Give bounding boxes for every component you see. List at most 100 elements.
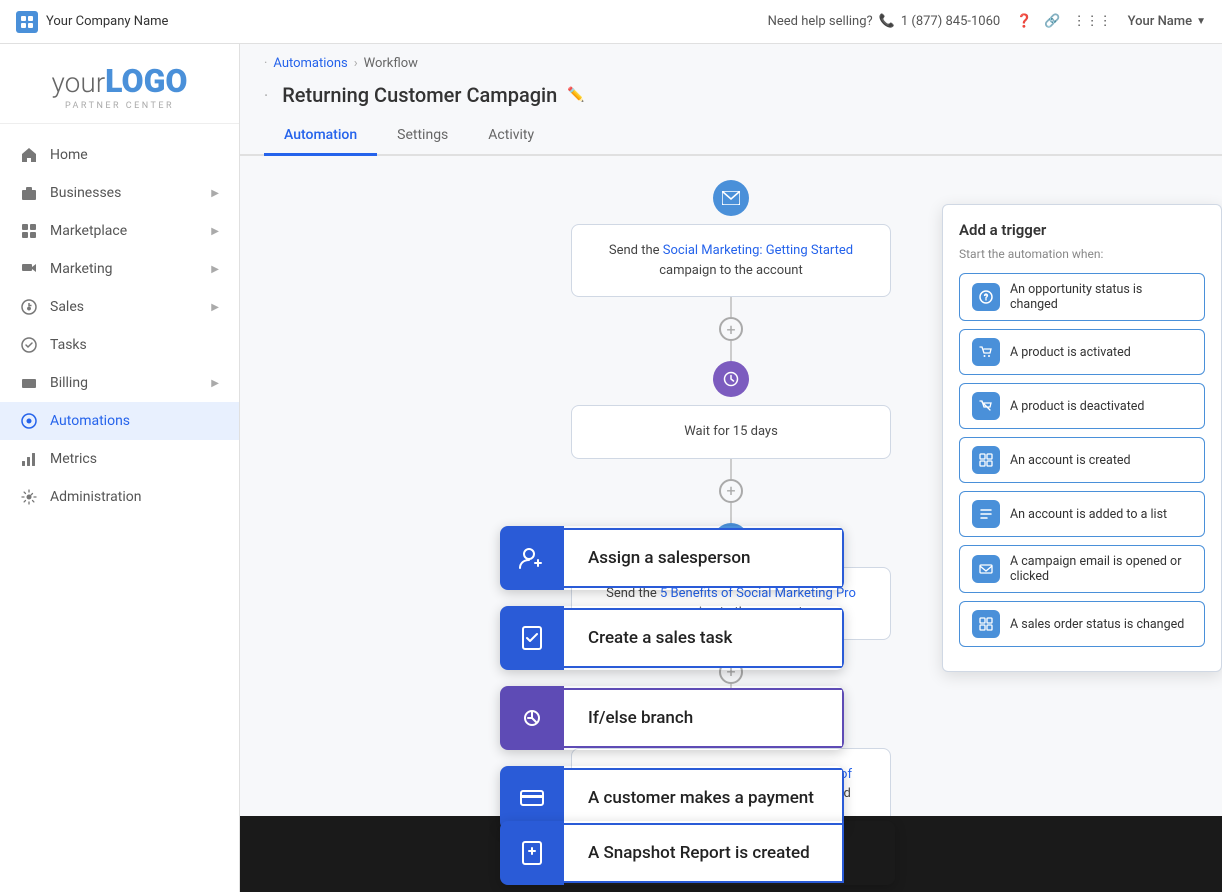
businesses-icon (20, 184, 38, 202)
snapshot-report-icon (500, 821, 564, 885)
trigger-opp-status-icon (972, 283, 1000, 311)
topbar-icons: ❓ 🔗 ⋮⋮⋮ (1016, 14, 1111, 29)
sidebar-item-marketplace[interactable]: Marketplace ▶ (0, 212, 239, 250)
breadcrumb-arrow: › (354, 56, 358, 71)
topbar-user[interactable]: Your Name ▼ (1128, 14, 1206, 29)
company-name: Your Company Name (46, 14, 168, 29)
nav-label-automations: Automations (50, 413, 130, 429)
add-btn-1[interactable]: + (719, 317, 743, 341)
tab-automation[interactable]: Automation (264, 117, 377, 156)
logo-container: yourLOGO PARTNER CENTER (16, 64, 223, 111)
workflow-step-1: Send the Social Marketing: Getting Start… (571, 224, 891, 297)
connector-2: + (719, 459, 743, 523)
step1-icon-circle (713, 180, 749, 216)
nav-label-marketing: Marketing (50, 261, 113, 277)
layout: yourLOGO PARTNER CENTER Home Businesses … (0, 0, 1222, 892)
logo-logo: LOGO (105, 62, 187, 100)
sidebar-item-marketing[interactable]: Marketing ▶ (0, 250, 239, 288)
add-btn-2[interactable]: + (719, 479, 743, 503)
customer-payment-label: A customer makes a payment (564, 768, 844, 828)
trigger-product-activated[interactable]: A product is activated (959, 329, 1205, 375)
if-else-branch-label: If/else branch (564, 688, 844, 748)
trigger-account-list-icon (972, 500, 1000, 528)
trigger-account-list-label: An account is added to a list (1010, 507, 1167, 522)
line-2 (730, 459, 732, 479)
sidebar-item-metrics[interactable]: Metrics (0, 440, 239, 478)
billing-icon (20, 374, 38, 392)
trigger-product-activated-label: A product is activated (1010, 345, 1131, 360)
trigger-product-deactivated[interactable]: A product is deactivated (959, 383, 1205, 429)
nav-label-sales: Sales (50, 299, 84, 315)
trigger-sales-order-label: A sales order status is changed (1010, 617, 1184, 632)
grid-icon[interactable]: ⋮⋮⋮ (1073, 14, 1112, 29)
canvas-wrapper: Send the Social Marketing: Getting Start… (240, 156, 1222, 892)
question-icon[interactable]: ❓ (1016, 14, 1032, 29)
nav-label-tasks: Tasks (50, 337, 87, 353)
tasks-icon (20, 336, 38, 354)
tab-activity[interactable]: Activity (468, 117, 554, 156)
main-content: · Automations › Workflow · Returning Cus… (240, 44, 1222, 892)
nav-label-businesses: Businesses (50, 185, 121, 201)
page-title: Returning Customer Campagin (282, 83, 557, 107)
trigger-opp-status-label: An opportunity status is changed (1010, 282, 1192, 312)
sidebar-item-billing[interactable]: Billing ▶ (0, 364, 239, 402)
step1-prefix: Send the (609, 243, 663, 258)
trigger-campaign-email[interactable]: A campaign email is opened or clicked (959, 545, 1205, 593)
nav-label-marketplace: Marketplace (50, 223, 127, 239)
trigger-account-created-icon (972, 446, 1000, 474)
logo-your: your (52, 66, 106, 99)
snapshot-report-button[interactable]: A Snapshot Report is created (500, 821, 895, 885)
sidebar-nav: Home Businesses ▶ Marketplace ▶ (0, 124, 239, 892)
marketing-icon (20, 260, 38, 278)
sidebar-item-automations[interactable]: Automations (0, 402, 239, 440)
trigger-sales-order-icon (972, 610, 1000, 638)
assign-salesperson-label: Assign a salesperson (564, 528, 844, 588)
sidebar-item-tasks[interactable]: Tasks (0, 326, 239, 364)
tab-settings[interactable]: Settings (377, 117, 468, 156)
trigger-product-activated-icon (972, 338, 1000, 366)
action-overlays: Assign a salesperson Create a sales task (500, 526, 844, 830)
page-header: · Returning Customer Campagin ✏️ (240, 83, 1222, 107)
metrics-icon (20, 450, 38, 468)
if-else-branch-button[interactable]: If/else branch (500, 686, 844, 750)
assign-salesperson-button[interactable]: Assign a salesperson (500, 526, 844, 590)
link-icon[interactable]: 🔗 (1044, 14, 1060, 29)
trigger-opp-status[interactable]: An opportunity status is changed (959, 273, 1205, 321)
breadcrumb-automations[interactable]: Automations (273, 56, 347, 71)
nav-label-administration: Administration (50, 489, 141, 505)
trigger-account-created[interactable]: An account is created (959, 437, 1205, 483)
bottom-action-overlays: A Snapshot Report is created An opportun… (500, 821, 895, 892)
nav-label-home: Home (50, 147, 88, 163)
marketplace-expand: ▶ (211, 226, 219, 237)
user-name: Your Name (1128, 14, 1192, 29)
create-sales-task-button[interactable]: Create a sales task (500, 606, 844, 670)
sidebar-item-businesses[interactable]: Businesses ▶ (0, 174, 239, 212)
line-1 (730, 297, 732, 317)
trigger-panel-title: Add a trigger (959, 221, 1205, 239)
trigger-panel-subtitle: Start the automation when: (959, 247, 1205, 261)
nav-label-metrics: Metrics (50, 451, 97, 467)
sidebar-item-administration[interactable]: Administration (0, 478, 239, 516)
administration-icon (20, 488, 38, 506)
help-text: Need help selling? (768, 14, 873, 29)
trigger-sales-order[interactable]: A sales order status is changed (959, 601, 1205, 647)
assign-salesperson-icon (500, 526, 564, 590)
workflow-step-2: Wait for 15 days (571, 405, 891, 459)
trigger-product-deactivated-label: A product is deactivated (1010, 399, 1144, 414)
sidebar-item-home[interactable]: Home (0, 136, 239, 174)
step1-suffix: campaign to the account (659, 263, 803, 278)
step1-link[interactable]: Social Marketing: Getting Started (663, 243, 853, 258)
automations-icon (20, 412, 38, 430)
step2-text: Wait for 15 days (684, 424, 778, 439)
connector-1: + (719, 297, 743, 361)
partner-center-label: PARTNER CENTER (16, 101, 223, 111)
breadcrumb: · Automations › Workflow (240, 44, 1222, 83)
line-1b (730, 341, 732, 361)
trigger-account-list[interactable]: An account is added to a list (959, 491, 1205, 537)
breadcrumb-separator: · (264, 56, 267, 71)
edit-title-icon[interactable]: ✏️ (567, 87, 584, 103)
sidebar-item-sales[interactable]: Sales ▶ (0, 288, 239, 326)
phone-number: 1 (877) 845-1060 (901, 14, 1000, 29)
tabs-bar: Automation Settings Activity (240, 117, 1222, 156)
snapshot-report-label: A Snapshot Report is created (564, 823, 844, 883)
